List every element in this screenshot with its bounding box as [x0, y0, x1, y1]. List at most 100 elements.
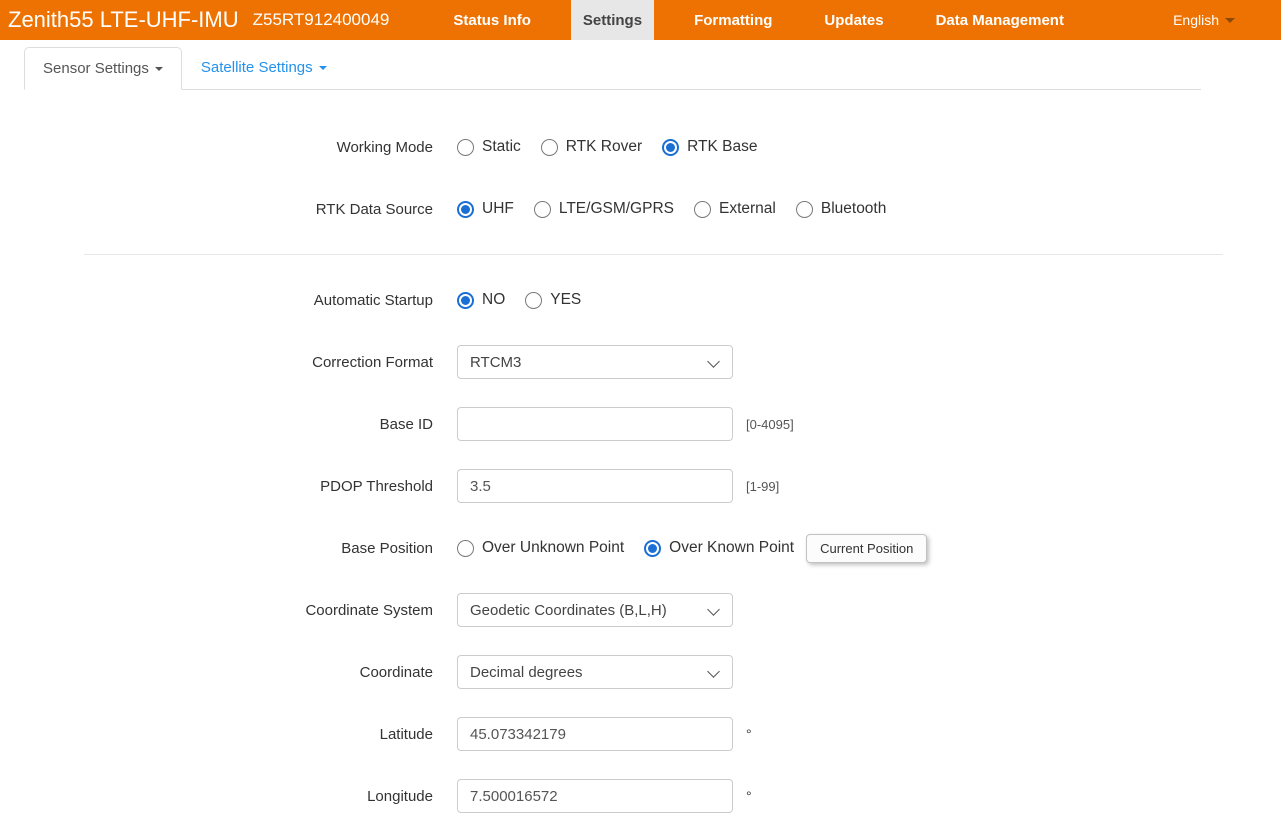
app-header: Zenith55 LTE-UHF-IMU Z55RT912400049 Stat… [0, 0, 1281, 40]
select-value: Decimal degrees [470, 664, 583, 681]
radio-label: Bluetooth [821, 200, 887, 218]
radio-icon [525, 292, 542, 309]
brand: Zenith55 LTE-UHF-IMU Z55RT912400049 [0, 0, 389, 40]
working-mode-options: Static RTK Rover RTK Base [457, 138, 778, 156]
radio-checked-icon [457, 201, 474, 218]
radio-label: LTE/GSM/GPRS [559, 200, 674, 218]
radio-label: Static [482, 138, 521, 156]
settings-tabbar: Sensor Settings Satellite Settings [24, 46, 1201, 90]
longitude-degree-unit: ° [746, 788, 752, 804]
rtk-data-source-label: RTK Data Source [0, 201, 433, 218]
radio-icon [796, 201, 813, 218]
nav-data-management[interactable]: Data Management [924, 0, 1076, 40]
longitude-label: Longitude [0, 788, 433, 805]
base-position-row: Base Position Over Unknown Point Over Kn… [0, 531, 1281, 565]
chevron-down-icon [319, 66, 327, 70]
correction-format-label: Correction Format [0, 354, 433, 371]
latitude-degree-unit: ° [746, 726, 752, 742]
chevron-down-icon [707, 665, 720, 678]
base-position-label: Base Position [0, 540, 433, 557]
radio-label: Over Unknown Point [482, 539, 624, 557]
radio-icon [534, 201, 551, 218]
working-mode-row: Working Mode Static RTK Rover RTK Base [0, 130, 1281, 164]
rtk-data-source-options: UHF LTE/GSM/GPRS External Bluetooth [457, 200, 906, 218]
coordinate-row: Coordinate Decimal degrees [0, 655, 1281, 689]
radio-rtk-base[interactable]: RTK Base [662, 138, 757, 156]
nav-settings[interactable]: Settings [571, 0, 654, 40]
radio-lte-gsm-gprs[interactable]: LTE/GSM/GPRS [534, 200, 674, 218]
radio-no[interactable]: NO [457, 291, 505, 309]
radio-bluetooth[interactable]: Bluetooth [796, 200, 887, 218]
chevron-down-icon [707, 355, 720, 368]
radio-yes[interactable]: YES [525, 291, 581, 309]
base-id-hint: [0-4095] [746, 417, 794, 432]
radio-over-known-point[interactable]: Over Known Point [644, 539, 794, 557]
pdop-threshold-input[interactable] [457, 469, 733, 503]
correction-format-row: Correction Format RTCM3 [0, 345, 1281, 379]
radio-label: UHF [482, 200, 514, 218]
base-id-label: Base ID [0, 416, 433, 433]
chevron-down-icon [707, 603, 720, 616]
radio-icon [541, 139, 558, 156]
header-spacer [1090, 0, 1173, 40]
device-serial: Z55RT912400049 [253, 10, 390, 30]
radio-rtk-rover[interactable]: RTK Rover [541, 138, 642, 156]
tab-sensor-settings[interactable]: Sensor Settings [24, 47, 182, 90]
current-position-button[interactable]: Current Position [806, 534, 927, 563]
base-id-row: Base ID [0-4095] [0, 407, 1281, 441]
pdop-threshold-hint: [1-99] [746, 479, 779, 494]
radio-label: External [719, 200, 776, 218]
longitude-row: Longitude ° [0, 779, 1281, 813]
radio-icon [457, 139, 474, 156]
main-nav: Status Info Settings Formatting Updates … [427, 0, 1090, 40]
radio-checked-icon [457, 292, 474, 309]
tab-sensor-settings-label: Sensor Settings [43, 60, 149, 77]
radio-external[interactable]: External [694, 200, 776, 218]
nav-formatting[interactable]: Formatting [682, 0, 784, 40]
language-dropdown[interactable]: English [1173, 0, 1281, 40]
radio-icon [457, 540, 474, 557]
select-value: Geodetic Coordinates (B,L,H) [470, 602, 667, 619]
latitude-row: Latitude ° [0, 717, 1281, 751]
select-value: RTCM3 [470, 354, 521, 371]
tab-satellite-settings-label: Satellite Settings [201, 59, 313, 76]
language-label: English [1173, 12, 1219, 28]
pdop-threshold-row: PDOP Threshold [1-99] [0, 469, 1281, 503]
caret-down-icon [1225, 18, 1235, 23]
coordinate-label: Coordinate [0, 664, 433, 681]
radio-uhf[interactable]: UHF [457, 200, 514, 218]
radio-label: RTK Rover [566, 138, 642, 156]
latitude-label: Latitude [0, 726, 433, 743]
chevron-down-icon [155, 67, 163, 71]
automatic-startup-label: Automatic Startup [0, 292, 433, 309]
base-id-input[interactable] [457, 407, 733, 441]
radio-over-unknown-point[interactable]: Over Unknown Point [457, 539, 624, 557]
nav-updates[interactable]: Updates [812, 0, 895, 40]
pdop-threshold-label: PDOP Threshold [0, 478, 433, 495]
longitude-input[interactable] [457, 779, 733, 813]
radio-label: RTK Base [687, 138, 757, 156]
coordinate-format-select[interactable]: Decimal degrees [457, 655, 733, 689]
correction-format-select[interactable]: RTCM3 [457, 345, 733, 379]
radio-checked-icon [662, 139, 679, 156]
tab-satellite-settings[interactable]: Satellite Settings [182, 46, 346, 89]
automatic-startup-options: NO YES [457, 291, 601, 309]
automatic-startup-row: Automatic Startup NO YES [0, 283, 1281, 317]
working-mode-label: Working Mode [0, 139, 433, 156]
radio-static[interactable]: Static [457, 138, 521, 156]
section-divider [84, 254, 1223, 255]
radio-icon [694, 201, 711, 218]
nav-status-info[interactable]: Status Info [441, 0, 543, 40]
coordinate-system-select[interactable]: Geodetic Coordinates (B,L,H) [457, 593, 733, 627]
coordinate-system-label: Coordinate System [0, 602, 433, 619]
sensor-settings-form: Working Mode Static RTK Rover RTK Base R… [0, 90, 1281, 813]
rtk-data-source-row: RTK Data Source UHF LTE/GSM/GPRS Externa… [0, 192, 1281, 226]
coordinate-system-row: Coordinate System Geodetic Coordinates (… [0, 593, 1281, 627]
radio-label: Over Known Point [669, 539, 794, 557]
radio-label: NO [482, 291, 505, 309]
device-title: Zenith55 LTE-UHF-IMU [8, 7, 239, 33]
latitude-input[interactable] [457, 717, 733, 751]
base-position-options: Over Unknown Point Over Known Point Curr… [457, 534, 927, 563]
radio-checked-icon [644, 540, 661, 557]
radio-label: YES [550, 291, 581, 309]
